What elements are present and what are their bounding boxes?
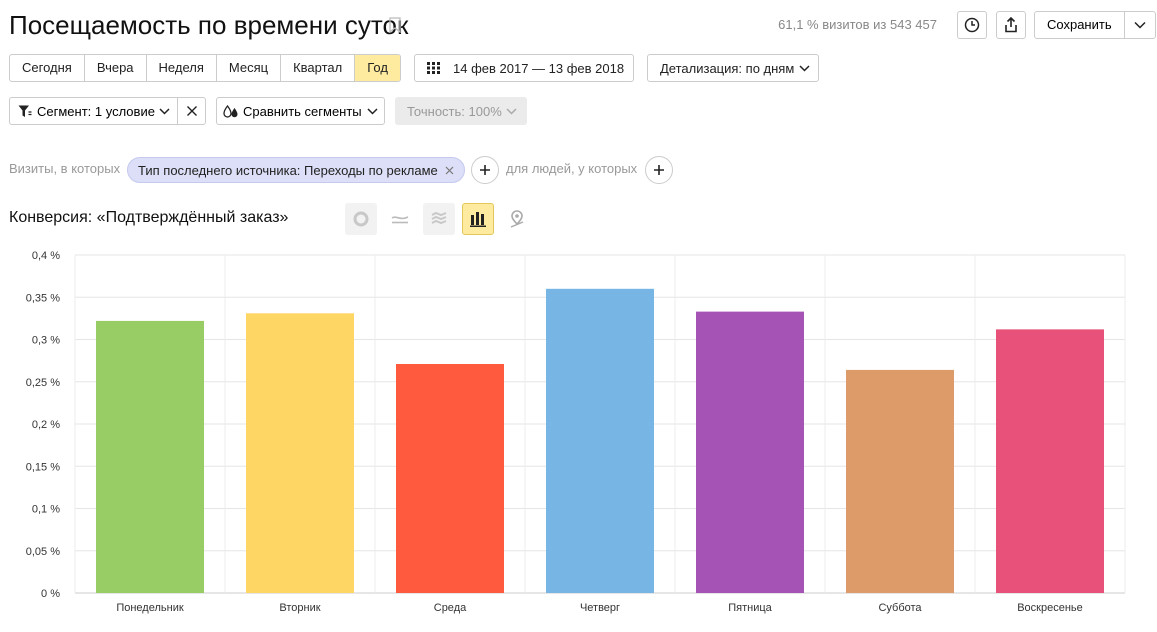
chevron-down-icon <box>506 107 517 115</box>
x-tick-label: Понедельник <box>116 602 184 614</box>
pie-chart-button[interactable] <box>345 203 377 235</box>
pie-chart-icon <box>353 211 369 227</box>
calendar-icon <box>427 62 440 74</box>
date-range-button[interactable]: 14 фев 2017 — 13 фев 2018 <box>414 54 634 82</box>
plus-icon <box>654 165 664 175</box>
filter-people-text: для людей, у которых <box>506 161 638 176</box>
save-button[interactable]: Сохранить <box>1035 12 1125 38</box>
x-tick-label: Суббота <box>878 602 922 614</box>
x-tick-label: Среда <box>434 602 467 614</box>
filter-prefix: Визиты, в которых <box>9 161 121 176</box>
share-icon <box>1005 17 1017 33</box>
period-month[interactable]: Месяц <box>217 55 282 81</box>
chevron-down-icon <box>367 107 378 115</box>
x-tick-label: Вторник <box>279 602 320 614</box>
bar <box>546 288 654 593</box>
period-year[interactable]: Год <box>355 55 400 81</box>
accuracy-label: Точность: 100% <box>407 103 502 119</box>
bar <box>396 364 504 593</box>
y-tick-label: 0,4 % <box>32 250 60 262</box>
segment-dropdown[interactable]: Сегмент: 1 условие <box>10 98 178 124</box>
x-tick-label: Пятница <box>728 602 772 614</box>
y-tick-label: 0,05 % <box>26 546 60 558</box>
chevron-down-icon <box>159 107 170 115</box>
bar <box>696 311 804 593</box>
bar <box>846 369 954 593</box>
page-title: Посещаемость по времени суток <box>9 10 409 40</box>
y-tick-label: 0 % <box>41 588 60 600</box>
line-chart-button[interactable] <box>384 203 416 235</box>
plus-icon <box>480 165 490 175</box>
filter-chip-label: Тип последнего источника: Переходы по ре… <box>138 162 438 178</box>
close-icon[interactable] <box>445 166 454 175</box>
compare-segments-label: Сравнить сегменты <box>243 103 362 119</box>
segment-control: Сегмент: 1 условие <box>9 97 206 125</box>
map-chart-button[interactable] <box>501 203 533 235</box>
x-tick-label: Воскресенье <box>1017 602 1083 614</box>
bar <box>996 329 1104 593</box>
y-tick-label: 0,15 % <box>26 461 60 473</box>
map-icon <box>510 210 524 228</box>
add-people-condition-button[interactable] <box>645 156 673 184</box>
save-dropdown-button[interactable] <box>1125 12 1155 38</box>
chevron-down-icon <box>1134 21 1146 29</box>
filter-chip[interactable]: Тип последнего источника: Переходы по ре… <box>127 157 465 183</box>
visits-stats: 61,1 % визитов из 543 457 <box>778 17 937 32</box>
bar <box>246 313 354 593</box>
segment-clear-button[interactable] <box>178 98 205 124</box>
accuracy-dropdown[interactable]: Точность: 100% <box>395 97 527 125</box>
period-week[interactable]: Неделя <box>147 55 217 81</box>
chart-title: Конверсия: «Подтверждённый заказ» <box>9 209 289 226</box>
x-tick-label: Четверг <box>580 602 620 614</box>
export-button[interactable] <box>996 11 1026 39</box>
y-tick-label: 0,25 % <box>26 377 60 389</box>
y-tick-label: 0,3 % <box>32 335 60 347</box>
period-yesterday[interactable]: Вчера <box>85 55 147 81</box>
clock-icon <box>964 17 980 33</box>
area-chart-icon <box>431 212 447 225</box>
filter-icon <box>18 105 32 117</box>
chevron-down-icon <box>799 64 810 72</box>
close-icon <box>186 106 197 116</box>
bookmark-icon[interactable] <box>389 17 401 33</box>
period-quarter[interactable]: Квартал <box>281 55 356 81</box>
bar <box>96 320 204 593</box>
detail-label: Детализация: по дням <box>660 60 795 76</box>
segment-label: Сегмент: 1 условие <box>37 103 155 119</box>
y-tick-label: 0,1 % <box>32 504 60 516</box>
detail-dropdown[interactable]: Детализация: по дням <box>647 54 819 82</box>
history-button[interactable] <box>957 11 987 39</box>
y-tick-label: 0,35 % <box>26 292 60 304</box>
period-today[interactable]: Сегодня <box>10 55 85 81</box>
save-button-group: Сохранить <box>1034 11 1156 39</box>
add-visit-condition-button[interactable] <box>471 156 499 184</box>
period-selector: Сегодня Вчера Неделя Месяц Квартал Год <box>9 54 401 82</box>
conversion-bar-chart: 0 % 0,05 % 0,1 % 0,15 % 0,2 % 0,25 % 0,3 % 0,35… <box>26 250 1126 614</box>
bar-chart-button[interactable] <box>462 203 494 235</box>
compare-segments-dropdown[interactable]: Сравнить сегменты <box>216 97 385 125</box>
y-tick-label: 0,2 % <box>32 419 60 431</box>
bar-chart-icon <box>470 212 486 227</box>
line-chart-icon <box>391 216 409 224</box>
drops-icon <box>223 104 238 118</box>
area-chart-button[interactable] <box>423 203 455 235</box>
date-range-label: 14 фев 2017 — 13 фев 2018 <box>453 60 625 76</box>
